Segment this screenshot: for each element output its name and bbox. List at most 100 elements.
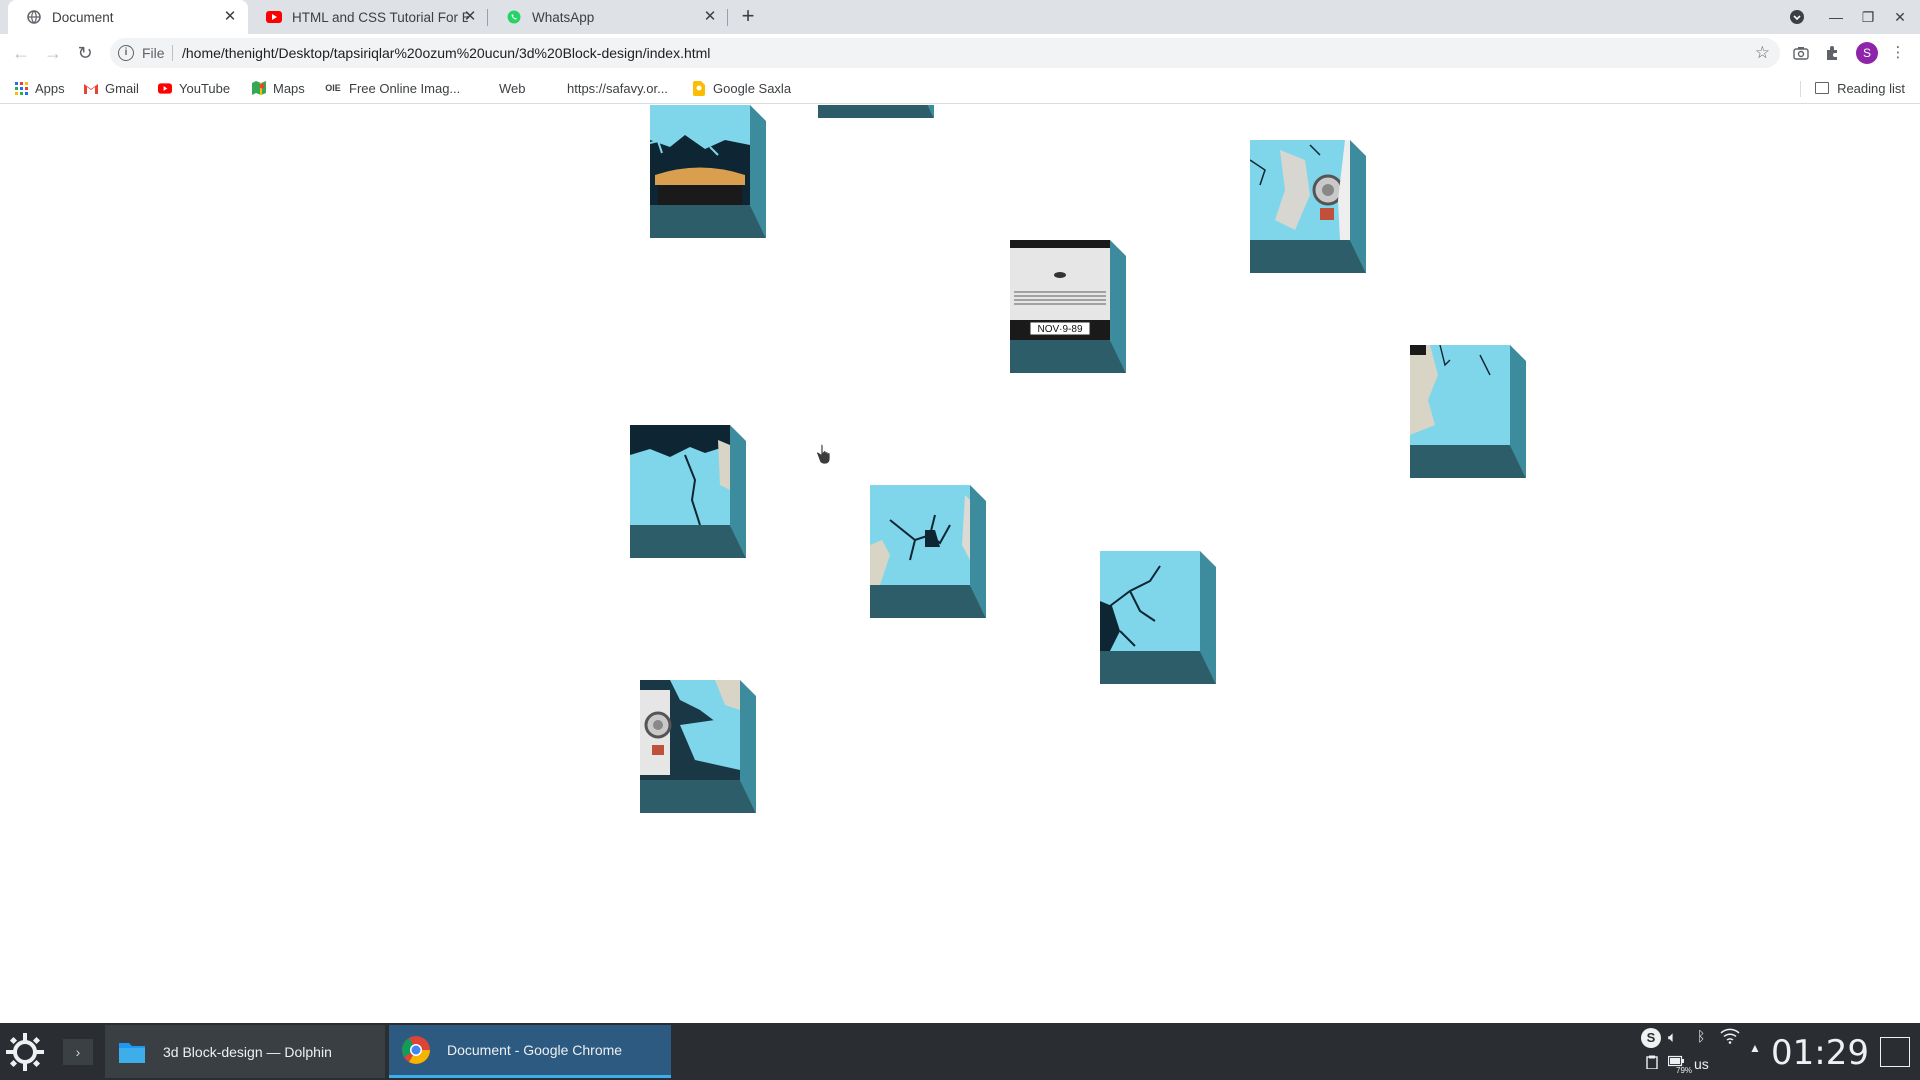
bluetooth-icon[interactable]: ᛒ: [1697, 1028, 1705, 1044]
bookmark-label: https://safavy.or...: [567, 80, 668, 96]
site-info-icon[interactable]: i: [118, 45, 134, 61]
expand-panel-icon[interactable]: ›: [63, 1039, 93, 1065]
new-tab-button[interactable]: +: [736, 5, 760, 29]
bookmark-youtube[interactable]: YouTube: [158, 78, 230, 98]
block-face: [870, 485, 970, 585]
globe-icon: [26, 9, 42, 25]
divider: [1800, 81, 1801, 97]
gmail-icon: [84, 81, 98, 95]
reload-button[interactable]: ↻: [72, 40, 98, 66]
bookmark-label: YouTube: [179, 80, 231, 96]
whatsapp-icon: [506, 9, 522, 25]
image-block[interactable]: [818, 105, 948, 135]
tab-search-icon[interactable]: [1786, 6, 1808, 28]
close-window-icon[interactable]: ✕: [1889, 6, 1911, 28]
battery-percent: 79%: [1676, 1066, 1693, 1075]
tab-whatsapp[interactable]: WhatsApp ✕: [488, 0, 728, 34]
car-grille-image: NOV·9-89: [1010, 240, 1110, 340]
block-face: [1250, 140, 1350, 240]
image-block[interactable]: [630, 425, 760, 575]
bookmark-web[interactable]: Web: [478, 78, 526, 98]
block-bottom: [1100, 651, 1216, 684]
application-launcher-icon[interactable]: [4, 1031, 46, 1073]
wall-painting-image: [650, 105, 750, 205]
browser-toolbar: ← → ↻ i File /home/thenight/Desktop/taps…: [0, 34, 1920, 72]
page-viewport: NOV·9-89: [0, 105, 1920, 1023]
image-block[interactable]: [870, 485, 1000, 635]
wall-painting-image: [1410, 345, 1510, 445]
bookmark-gmail[interactable]: Gmail: [84, 78, 139, 98]
image-block[interactable]: [1100, 551, 1230, 701]
close-tab-icon[interactable]: ✕: [462, 9, 478, 25]
skype-icon[interactable]: S: [1641, 1028, 1661, 1048]
tray-expand-icon[interactable]: ▲: [1749, 1041, 1761, 1055]
url-text[interactable]: /home/thenight/Desktop/tapsiriqlar%20ozu…: [182, 45, 710, 61]
clock[interactable]: 01:29: [1771, 1033, 1869, 1073]
image-block[interactable]: [650, 105, 780, 255]
camera-icon[interactable]: [1791, 43, 1811, 63]
task-dolphin[interactable]: 3d Block-design — Dolphin: [105, 1025, 385, 1078]
bookmark-apps[interactable]: Apps: [14, 78, 65, 98]
block-bottom: [640, 780, 756, 813]
minimize-icon[interactable]: —: [1825, 6, 1847, 28]
block-bottom: [1250, 240, 1366, 273]
tab-title: HTML and CSS Tutorial For Be: [292, 9, 468, 25]
wifi-icon[interactable]: [1720, 1028, 1740, 1047]
address-bar[interactable]: i File /home/thenight/Desktop/tapsiriqla…: [110, 38, 1780, 68]
wall-painting-image: [1250, 140, 1350, 240]
wall-painting-image: [870, 485, 970, 585]
youtube-icon: [266, 9, 282, 25]
block-face: [650, 105, 750, 205]
tab-strip: Document ✕ HTML and CSS Tutorial For Be …: [0, 0, 1920, 34]
block-bottom: [870, 585, 986, 618]
back-button[interactable]: ←: [8, 40, 34, 66]
tab-title: WhatsApp: [532, 9, 595, 25]
bookmark-maps[interactable]: Maps: [252, 78, 305, 98]
bookmark-star-icon[interactable]: ☆: [1755, 43, 1770, 63]
bookmark-label: Gmail: [105, 80, 139, 96]
forward-button[interactable]: →: [40, 40, 66, 66]
more-menu-icon[interactable]: ⋮: [1888, 43, 1908, 63]
show-desktop-button[interactable]: [1880, 1037, 1910, 1067]
keyboard-layout[interactable]: us: [1694, 1056, 1709, 1072]
license-plate-text: NOV·9-89: [1037, 324, 1082, 335]
bookmark-label: Google Saxla: [713, 80, 792, 96]
extensions-puzzle-icon[interactable]: [1823, 43, 1843, 63]
oie-icon: OIE: [325, 83, 341, 93]
wall-painting-image: [640, 680, 740, 780]
image-block[interactable]: [640, 680, 770, 830]
block-face: [1100, 551, 1200, 651]
image-block[interactable]: NOV·9-89: [1010, 240, 1140, 390]
blank-page-icon: [546, 81, 560, 95]
chrome-icon: [401, 1035, 431, 1065]
tab-title: Document: [52, 9, 114, 25]
bookmark-safavy[interactable]: https://safavy.or...: [546, 78, 668, 98]
taskbar: › 3d Block-design — Dolphin Document - G…: [0, 1023, 1920, 1080]
bookmark-label: Web: [499, 80, 526, 96]
block-bottom: [650, 205, 766, 238]
task-chrome[interactable]: Document - Google Chrome: [389, 1025, 671, 1078]
block-bottom: [1010, 340, 1126, 373]
bookmark-google-saxla[interactable]: Google Saxla: [692, 78, 791, 98]
tab-document[interactable]: Document ✕: [8, 0, 248, 34]
volume-icon[interactable]: 🔈︎: [1668, 1029, 1677, 1046]
block-bottom: [630, 525, 746, 558]
reading-list-label: Reading list: [1837, 80, 1905, 96]
divider: [172, 45, 173, 61]
wall-painting-image: [630, 425, 730, 525]
reading-list-icon: [1815, 82, 1830, 94]
tab-youtube-tutorial[interactable]: HTML and CSS Tutorial For Be ✕: [248, 0, 488, 34]
bookmark-free-online-image[interactable]: OIE Free Online Imag...: [324, 78, 460, 98]
close-tab-icon[interactable]: ✕: [702, 9, 718, 25]
block-face: [1410, 345, 1510, 445]
restore-icon[interactable]: ❐: [1857, 6, 1879, 28]
reading-list-button[interactable]: Reading list: [1815, 78, 1905, 98]
youtube-icon: [158, 81, 172, 95]
block-face: [630, 425, 730, 525]
image-block[interactable]: [1410, 345, 1540, 495]
close-tab-icon[interactable]: ✕: [222, 9, 238, 25]
profile-avatar[interactable]: S: [1856, 42, 1878, 64]
clipboard-icon[interactable]: [1646, 1055, 1658, 1072]
blank-page-icon: [478, 81, 492, 95]
image-block[interactable]: [1250, 140, 1380, 290]
